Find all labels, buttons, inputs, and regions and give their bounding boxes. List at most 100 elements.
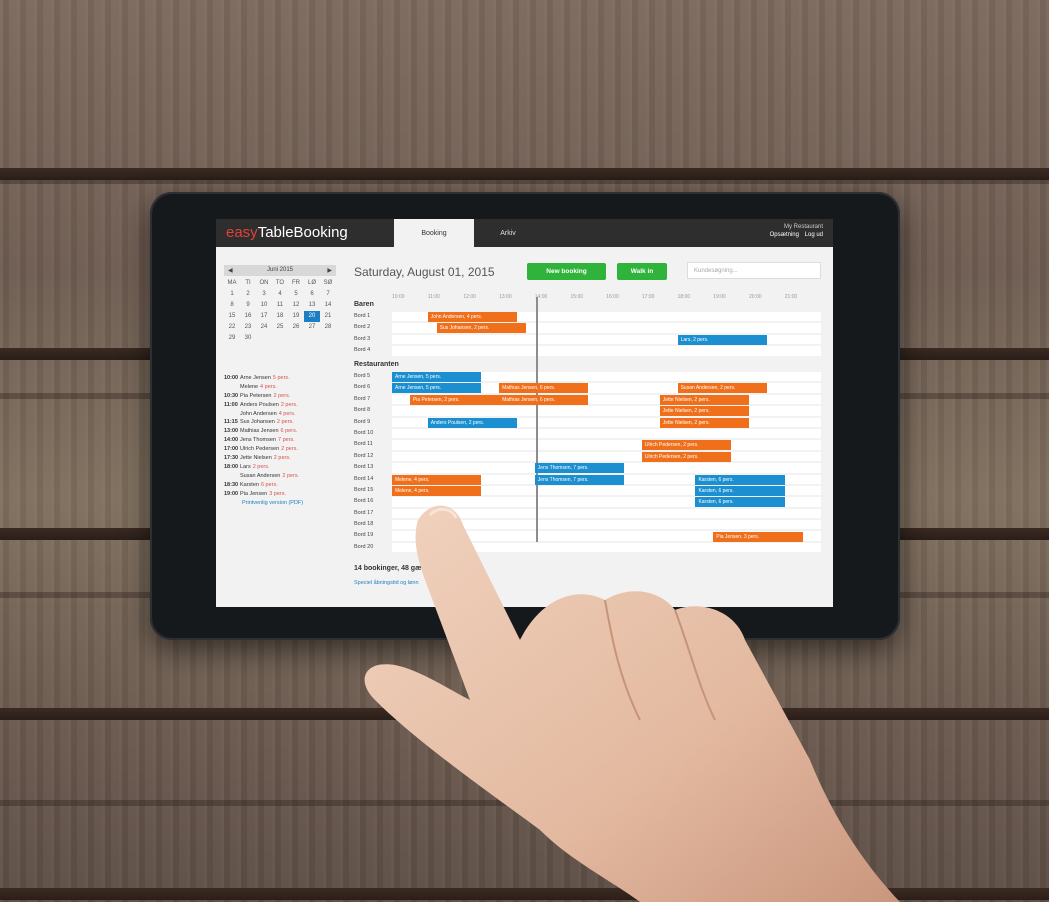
tab-arkiv[interactable]: Arkiv bbox=[478, 219, 538, 247]
table-lane[interactable] bbox=[392, 428, 821, 439]
calendar-day[interactable]: 25 bbox=[272, 322, 288, 333]
booking-bar[interactable]: Melene, 4 pers. bbox=[392, 486, 482, 496]
calendar-day[interactable]: 28 bbox=[320, 322, 336, 333]
table-name: Bord 12 bbox=[354, 452, 374, 459]
table-lane[interactable] bbox=[392, 520, 821, 530]
table-lane[interactable] bbox=[392, 451, 821, 462]
booking-bar[interactable]: Melene, 4 pers. bbox=[392, 474, 482, 485]
calendar-day[interactable]: 29 bbox=[224, 333, 240, 344]
booking-bar[interactable]: Sus Johansen, 2 pers. bbox=[436, 323, 526, 334]
calendar-day[interactable]: 14 bbox=[320, 300, 336, 311]
calendar-day[interactable]: 18 bbox=[272, 311, 288, 322]
booking-list-item[interactable]: 17:30 Jette Nielsen 2 pers. bbox=[224, 454, 342, 463]
table-row: Bord 20 bbox=[354, 542, 821, 553]
logout-link[interactable]: Log ud bbox=[805, 232, 823, 238]
booking-bar[interactable]: Jens Thomsen, 7 pers. bbox=[534, 474, 625, 485]
booking-bar[interactable]: Arne Jensen, 5 pers. bbox=[392, 383, 482, 394]
walk-in-button[interactable]: Walk in bbox=[617, 263, 667, 280]
booking-list-item[interactable]: 17:00 Ulrich Pedersen 2 pers. bbox=[224, 445, 342, 454]
calendar-day[interactable]: 23 bbox=[240, 322, 256, 333]
customer-search-input[interactable]: Kundesøgning... bbox=[687, 262, 821, 279]
booking-list-item[interactable]: Susan Andersen 2 pers. bbox=[224, 472, 342, 481]
calendar-day[interactable]: 24 bbox=[256, 322, 272, 333]
booking-bar[interactable]: John Andersen, 4 pers. bbox=[427, 312, 517, 322]
booking-bar[interactable]: Arne Jensen, 5 pers. bbox=[392, 372, 482, 382]
table-row: Bord 6 bbox=[354, 382, 821, 393]
special-hours-link[interactable]: Speciel åbningstid og lønn bbox=[354, 580, 419, 586]
table-name: Bord 2 bbox=[354, 324, 371, 331]
table-name: Bord 19 bbox=[354, 532, 374, 539]
calendar-day[interactable]: 13 bbox=[304, 300, 320, 311]
booking-bar[interactable]: Ulrich Pedersen, 2 pers. bbox=[641, 440, 732, 451]
table-lane[interactable] bbox=[392, 346, 821, 356]
calendar-day[interactable]: 22 bbox=[224, 322, 240, 333]
hour-label: 16:00 bbox=[606, 294, 619, 300]
booking-list-item[interactable]: Melene 4 pers. bbox=[224, 383, 342, 392]
booking-bar[interactable]: Pia Jensen, 3 pers. bbox=[713, 531, 803, 542]
weekday-label: SØ bbox=[323, 280, 333, 286]
booking-name: Mathias Jensen bbox=[240, 428, 279, 435]
calendar-day[interactable]: 27 bbox=[304, 322, 320, 333]
calendar-day[interactable]: 21 bbox=[320, 311, 336, 322]
calendar-day[interactable]: 3 bbox=[256, 289, 272, 300]
booking-bar[interactable]: Jens Thomsen, 7 pers. bbox=[534, 463, 625, 474]
calendar-day[interactable]: 8 bbox=[224, 300, 240, 311]
calendar-day[interactable]: 4 bbox=[272, 289, 288, 300]
print-version-link[interactable]: Printvenlig version (PDF) bbox=[224, 500, 342, 506]
booking-bar[interactable]: Karsten, 6 pers. bbox=[695, 486, 785, 496]
calendar-day[interactable]: 30 bbox=[240, 333, 256, 344]
booking-bar[interactable]: Karsten, 6 pers. bbox=[695, 474, 785, 485]
calendar-month: Juni 2015 bbox=[266, 267, 294, 273]
next-month-icon[interactable]: ▶ bbox=[327, 267, 332, 274]
calendar-day[interactable]: 20 bbox=[304, 311, 320, 322]
booking-bar[interactable]: Susan Andersen, 2 pers. bbox=[677, 383, 767, 394]
calendar-day[interactable]: 15 bbox=[224, 311, 240, 322]
booking-bar[interactable]: Jette Nielsen, 2 pers. bbox=[659, 406, 749, 417]
booking-list-item[interactable]: 10:30 Pia Petersen 2 pers. bbox=[224, 392, 342, 401]
table-lane[interactable] bbox=[392, 406, 821, 416]
booking-list-item[interactable]: John Andersen 4 pers. bbox=[224, 410, 342, 419]
booking-list-item[interactable]: 11:00 Anders Poulsen 2 pers. bbox=[224, 401, 342, 410]
booking-list-item[interactable]: 10:00 Arne Jensen 5 pers. bbox=[224, 374, 342, 383]
booking-bar[interactable]: Lars, 2 pers. bbox=[677, 334, 767, 345]
calendar-day[interactable]: 9 bbox=[240, 300, 256, 311]
booking-bar[interactable]: Mathias Jensen, 6 pers. bbox=[499, 383, 589, 394]
booking-list-item[interactable]: 18:30 Karsten 6 pers. bbox=[224, 481, 342, 490]
booking-bar[interactable]: Karsten, 6 pers. bbox=[695, 497, 785, 508]
booking-name: Melene bbox=[240, 383, 259, 390]
booking-bar[interactable]: Jette Nielsen, 2 pers. bbox=[659, 417, 749, 428]
calendar-day[interactable]: 2 bbox=[240, 289, 256, 300]
tab-booking[interactable]: Booking bbox=[394, 219, 474, 247]
calendar-day[interactable]: 12 bbox=[288, 300, 304, 311]
table-lane[interactable] bbox=[392, 542, 821, 553]
booking-bar[interactable]: Jette Nielsen, 2 pers. bbox=[659, 394, 749, 405]
booking-list-item[interactable]: 11:15 Sus Johansen 2 pers. bbox=[224, 418, 342, 427]
calendar-day[interactable]: 5 bbox=[288, 289, 304, 300]
calendar-day[interactable]: 11 bbox=[272, 300, 288, 311]
booking-bar[interactable]: Anders Poulsen, 2 pers. bbox=[427, 417, 517, 428]
booking-list-item[interactable]: 19:00 Pia Jensen 3 pers. bbox=[224, 490, 342, 499]
new-booking-button[interactable]: New booking bbox=[527, 263, 606, 280]
booking-bar[interactable]: Mathias Jensen, 6 pers. bbox=[499, 394, 589, 405]
booking-list-item[interactable]: 13:00 Mathias Jensen 6 pers. bbox=[224, 427, 342, 436]
calendar-day[interactable]: 26 bbox=[288, 322, 304, 333]
app-logo[interactable]: easyTableBooking bbox=[226, 224, 348, 241]
table-lane[interactable] bbox=[392, 508, 821, 519]
booking-list-item[interactable]: 14:00 Jens Thomsen 7 pers. bbox=[224, 436, 342, 445]
restaurant-tables: Bord 5 Bord 6 Bord 7 Bord 8 Bord 9 Bord 10 Bor… bbox=[354, 371, 821, 553]
booking-name: Ulrich Pedersen bbox=[240, 446, 280, 453]
calendar-day[interactable]: 10 bbox=[256, 300, 272, 311]
table-lane[interactable] bbox=[392, 440, 821, 450]
booking-time: 11:15 bbox=[224, 419, 238, 426]
settings-link[interactable]: Opsætning bbox=[770, 232, 799, 238]
booking-bar[interactable]: Ulrich Pedersen, 2 pers. bbox=[641, 451, 732, 462]
calendar-day[interactable]: 1 bbox=[224, 289, 240, 300]
calendar-day[interactable]: 6 bbox=[304, 289, 320, 300]
table-name: Bord 20 bbox=[354, 543, 374, 550]
calendar-day[interactable]: 17 bbox=[256, 311, 272, 322]
calendar-day[interactable]: 16 bbox=[240, 311, 256, 322]
booking-bar[interactable]: Pia Petersen, 2 pers. bbox=[409, 394, 500, 405]
calendar-day[interactable]: 19 bbox=[288, 311, 304, 322]
booking-list-item[interactable]: 18:00 Lars 2 pers. bbox=[224, 463, 342, 472]
calendar-day[interactable]: 7 bbox=[320, 289, 336, 300]
